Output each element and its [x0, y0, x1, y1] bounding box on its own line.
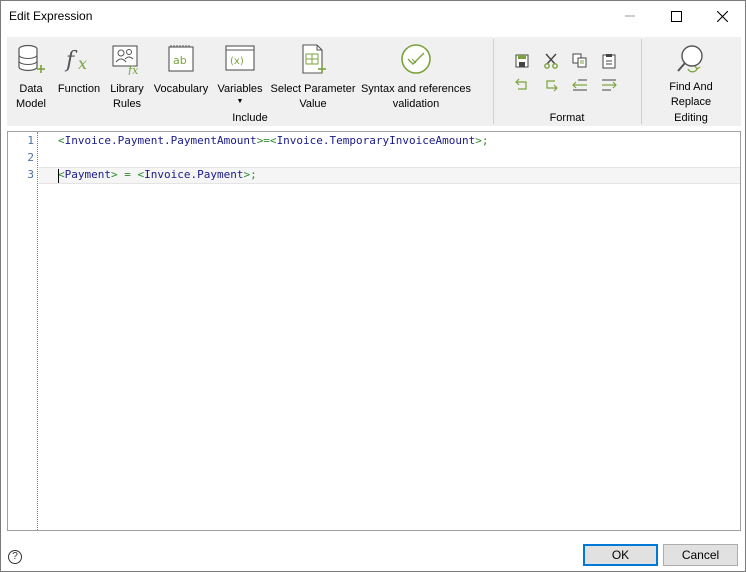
line-number: 1 — [27, 134, 34, 147]
code-identifier-token: Invoice.TemporaryInvoiceAmount — [276, 134, 476, 147]
code-bracket-token: >=< — [256, 134, 277, 147]
ribbon-separator — [641, 39, 642, 124]
data-model-label: Data Model — [16, 83, 46, 110]
gutter-divider — [37, 132, 38, 530]
database-add-icon — [18, 44, 45, 73]
maximize-button[interactable] — [653, 1, 699, 31]
variables-button[interactable]: (x) Variables ▼ — [214, 37, 266, 117]
svg-text:x: x — [78, 54, 87, 73]
redo-icon — [546, 80, 558, 92]
svg-text:f: f — [64, 48, 78, 73]
copy-icon — [572, 53, 587, 68]
data-model-button[interactable]: Data Model — [9, 37, 53, 117]
find-replace-icon — [677, 45, 703, 73]
variables-dropdown-arrow[interactable]: ▼ — [237, 98, 244, 105]
library-rules-label: Library Rules — [110, 83, 144, 110]
minimize-icon — [625, 15, 635, 17]
vocabulary-button[interactable]: ab Vocabulary — [152, 37, 210, 117]
svg-text:(x): (x) — [230, 56, 244, 67]
code-bracket-token: > = < — [110, 168, 145, 181]
vocabulary-book-icon: ab — [168, 45, 194, 72]
code-identifier-token: Payment — [64, 168, 111, 181]
minimize-button[interactable] — [607, 1, 653, 31]
ribbon-toolbar: Data Model f x Function fx Library Rules — [7, 37, 741, 126]
code-identifier-token: Invoice.Payment — [144, 168, 244, 181]
library-rules-icon: fx — [112, 45, 139, 75]
svg-text:fx: fx — [127, 64, 139, 75]
cancel-button[interactable]: Cancel — [663, 544, 738, 566]
expression-editor[interactable]: 1 <Invoice.Payment.PaymentAmount>=<Invoic… — [7, 131, 741, 531]
select-parameter-value-label: Select Parameter Value — [270, 83, 356, 110]
function-label: Function — [57, 83, 101, 95]
line-number: 2 — [27, 151, 34, 164]
code-line[interactable]: <Invoice.Payment.PaymentAmount>=<Invoice… — [58, 134, 489, 147]
select-parameter-value-button[interactable]: Select Parameter Value — [269, 37, 357, 117]
code-bracket-token: >; — [475, 134, 489, 147]
find-replace-label: Find And Replace — [669, 81, 713, 108]
redo-button[interactable] — [540, 75, 562, 95]
format-group-label: Format — [549, 112, 585, 124]
outdent-button[interactable] — [569, 75, 591, 95]
check-circle-icon — [401, 44, 431, 74]
find-replace-button[interactable]: Find And Replace — [655, 37, 727, 117]
function-button[interactable]: f x Function — [55, 37, 103, 117]
save-icon — [515, 54, 529, 68]
code-bracket-token: < — [58, 134, 65, 147]
editing-group-label: Editing — [674, 112, 708, 124]
window-title: Edit Expression — [9, 9, 93, 23]
help-icon[interactable]: ? — [8, 550, 22, 564]
code-identifier-token: Invoice.Payment.PaymentAmount — [64, 134, 257, 147]
cut-button[interactable] — [540, 51, 562, 71]
syntax-validation-button[interactable]: Syntax and references validation — [359, 37, 473, 117]
library-rules-button[interactable]: fx Library Rules — [105, 37, 149, 117]
maximize-icon — [670, 10, 682, 22]
close-icon — [716, 10, 728, 22]
copy-button[interactable] — [569, 51, 591, 71]
edit-expression-dialog: Edit Expression Data Model f x Function … — [0, 0, 746, 572]
indent-icon — [602, 79, 617, 91]
line-number: 3 — [27, 168, 34, 181]
variables-icon: (x) — [225, 45, 255, 71]
paste-button[interactable] — [598, 51, 620, 71]
close-button[interactable] — [699, 1, 745, 31]
undo-button[interactable] — [511, 75, 533, 95]
svg-text:ab: ab — [173, 54, 187, 67]
syntax-validation-label: Syntax and references validation — [360, 83, 472, 110]
save-button[interactable] — [511, 51, 533, 71]
vocabulary-label: Vocabulary — [153, 83, 209, 95]
title-bar: Edit Expression — [1, 1, 745, 31]
undo-icon — [515, 78, 527, 90]
ribbon-separator — [493, 39, 494, 124]
indent-button[interactable] — [598, 75, 620, 95]
code-bracket-token: >; — [243, 168, 257, 181]
cut-icon — [544, 53, 558, 69]
select-parameter-icon — [302, 44, 326, 74]
code-line[interactable]: <Payment> = <Invoice.Payment>; — [58, 168, 257, 181]
include-group-label: Include — [232, 112, 268, 124]
variables-label: Variables — [217, 83, 263, 95]
ok-button[interactable]: OK — [583, 544, 658, 566]
text-caret — [58, 169, 59, 183]
function-fx-icon: f x — [64, 48, 87, 73]
outdent-icon — [572, 79, 587, 91]
paste-icon — [602, 54, 616, 69]
